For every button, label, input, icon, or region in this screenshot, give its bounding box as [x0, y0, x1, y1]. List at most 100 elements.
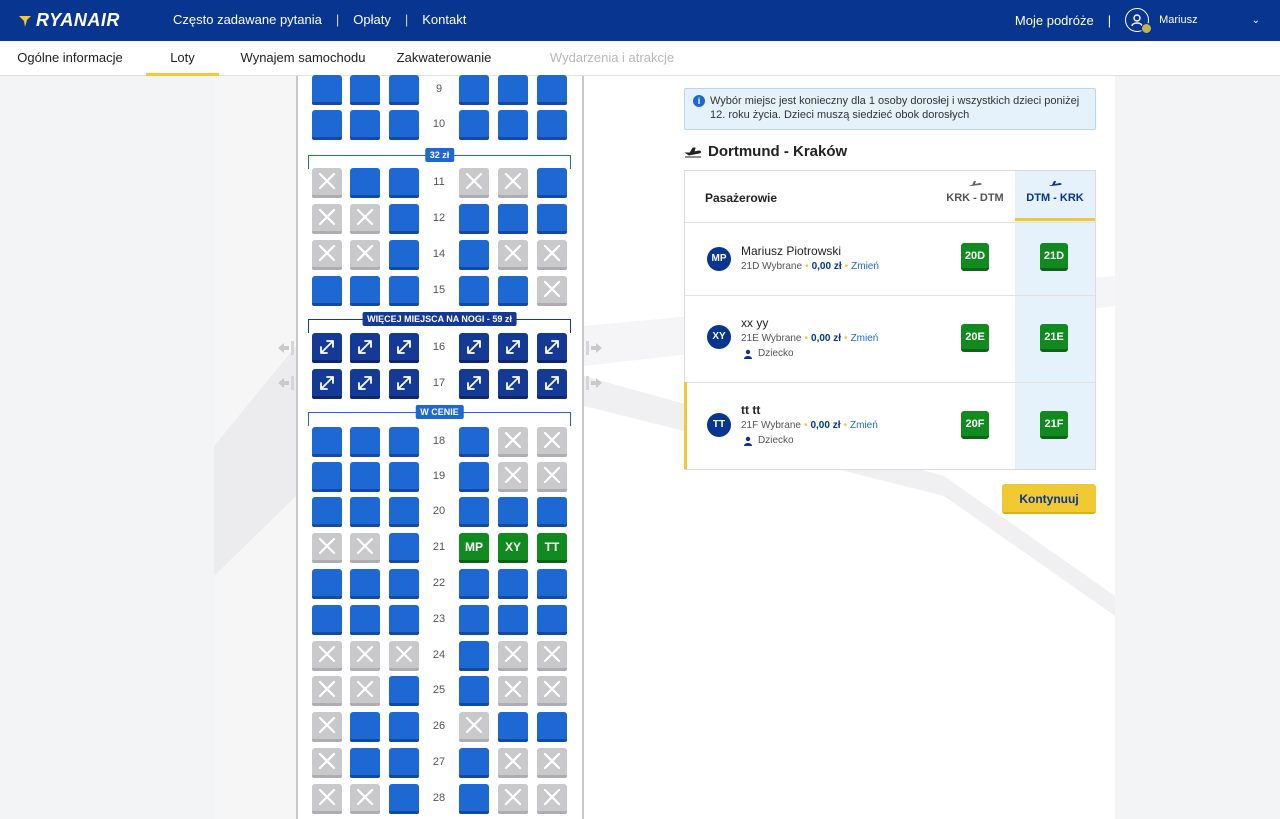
seat-21C[interactable] [389, 533, 419, 563]
faq-link[interactable]: Często zadawane pytania [173, 12, 322, 27]
contact-link[interactable]: Kontakt [422, 12, 466, 27]
seat-20A[interactable] [312, 497, 342, 527]
seat-23A[interactable] [312, 605, 342, 635]
seat-19D[interactable] [459, 462, 489, 492]
seat-23F[interactable] [537, 605, 567, 635]
user-avatar-icon[interactable] [1125, 8, 1153, 34]
seat-9A[interactable] [312, 75, 342, 105]
seat-28D[interactable] [459, 784, 489, 814]
seat-23E[interactable] [498, 605, 528, 635]
seat-24D[interactable] [459, 641, 489, 671]
outbound-seat-badge[interactable]: 20D [961, 243, 989, 271]
seat-18A[interactable] [312, 427, 342, 457]
seat-15B[interactable] [350, 276, 380, 306]
seat-17A[interactable] [312, 369, 342, 399]
seat-23C[interactable] [389, 605, 419, 635]
seat-12E[interactable] [498, 204, 528, 234]
seat-27B[interactable] [350, 748, 380, 778]
seat-20D[interactable] [459, 497, 489, 527]
seat-17C[interactable] [389, 369, 419, 399]
seat-11B[interactable] [350, 168, 380, 198]
seat-19B[interactable] [350, 462, 380, 492]
seat-16C[interactable] [389, 333, 419, 363]
seat-22B[interactable] [350, 569, 380, 599]
seat-20F[interactable] [537, 497, 567, 527]
seat-12C[interactable] [389, 204, 419, 234]
tab-car-rental[interactable]: Wynajem samochodu [230, 41, 376, 76]
my-trips-link[interactable]: Moje podróże [1015, 13, 1094, 28]
return-seat-badge[interactable]: 21E [1040, 324, 1068, 352]
fees-link[interactable]: Opłaty [353, 12, 391, 27]
return-seat-badge[interactable]: 21F [1040, 411, 1068, 439]
seat-9B[interactable] [350, 75, 380, 105]
passenger-row[interactable]: MP Mariusz Piotrowski 21D Wybrane • 0,00 z… [685, 223, 1095, 295]
seat-26C[interactable] [389, 712, 419, 742]
seat-17E[interactable] [498, 369, 528, 399]
change-seat-link[interactable]: Zmień [850, 420, 878, 431]
return-flight-header[interactable]: DTM - KRK [1015, 179, 1095, 221]
seat-21E-selected[interactable]: XY [498, 533, 528, 563]
seat-28C[interactable] [389, 784, 419, 814]
seat-11F[interactable] [537, 168, 567, 198]
outbound-flight-header[interactable]: KRK - DTM [935, 179, 1015, 204]
seat-22A[interactable] [312, 569, 342, 599]
seat-12D[interactable] [459, 204, 489, 234]
seat-15D[interactable] [459, 276, 489, 306]
seat-17D[interactable] [459, 369, 489, 399]
tab-general-info[interactable]: Ogólne informacje [0, 41, 140, 76]
seat-10A[interactable] [312, 110, 342, 140]
seat-21D-selected[interactable]: MP [459, 533, 489, 563]
seat-19C[interactable] [389, 462, 419, 492]
passenger-row[interactable]: TT tt tt 21F Wybrane • 0,00 zł • Zmień Dziec… [685, 383, 1095, 469]
ryanair-logo[interactable]: RYANAIR [18, 10, 120, 31]
seat-20C[interactable] [389, 497, 419, 527]
seat-22C[interactable] [389, 569, 419, 599]
seat-16B[interactable] [350, 333, 380, 363]
seat-18D[interactable] [459, 427, 489, 457]
seat-17F[interactable] [537, 369, 567, 399]
seat-25D[interactable] [459, 676, 489, 706]
seat-11C[interactable] [389, 168, 419, 198]
seat-15E[interactable] [498, 276, 528, 306]
seat-16D[interactable] [459, 333, 489, 363]
seat-18C[interactable] [389, 427, 419, 457]
seat-22F[interactable] [537, 569, 567, 599]
change-seat-link[interactable]: Zmień [851, 261, 879, 272]
passenger-row[interactable]: XY xx yy 21E Wybrane • 0,00 zł • Zmień Dziec… [685, 296, 1095, 382]
seat-14D[interactable] [459, 240, 489, 270]
seat-14C[interactable] [389, 240, 419, 270]
seat-19A[interactable] [312, 462, 342, 492]
continue-button[interactable]: Kontynuuj [1002, 484, 1096, 514]
seat-26F[interactable] [537, 712, 567, 742]
seat-9D[interactable] [459, 75, 489, 105]
seat-12F[interactable] [537, 204, 567, 234]
seat-16F[interactable] [537, 333, 567, 363]
seat-23B[interactable] [350, 605, 380, 635]
seat-10B[interactable] [350, 110, 380, 140]
seat-16E[interactable] [498, 333, 528, 363]
seat-22E[interactable] [498, 569, 528, 599]
seat-17B[interactable] [350, 369, 380, 399]
outbound-seat-badge[interactable]: 20E [961, 324, 989, 352]
tab-flights[interactable]: Loty [146, 41, 219, 76]
tab-accommodation[interactable]: Zakwaterowanie [376, 41, 512, 76]
outbound-seat-badge[interactable]: 20F [961, 411, 989, 439]
chevron-down-icon[interactable]: ⌄ [1252, 15, 1260, 26]
seat-20B[interactable] [350, 497, 380, 527]
seat-10E[interactable] [498, 110, 528, 140]
seat-15C[interactable] [389, 276, 419, 306]
seat-27C[interactable] [389, 748, 419, 778]
seat-26E[interactable] [498, 712, 528, 742]
change-seat-link[interactable]: Zmień [851, 333, 879, 344]
seat-20E[interactable] [498, 497, 528, 527]
seat-16A[interactable] [312, 333, 342, 363]
seat-27D[interactable] [459, 748, 489, 778]
seat-23D[interactable] [459, 605, 489, 635]
seat-15A[interactable] [312, 276, 342, 306]
seat-22D[interactable] [459, 569, 489, 599]
seat-9C[interactable] [389, 75, 419, 105]
return-seat-badge[interactable]: 21D [1040, 243, 1068, 271]
seat-21F-selected[interactable]: TT [537, 533, 567, 563]
seat-10D[interactable] [459, 110, 489, 140]
user-name[interactable]: Mariusz [1159, 14, 1198, 26]
